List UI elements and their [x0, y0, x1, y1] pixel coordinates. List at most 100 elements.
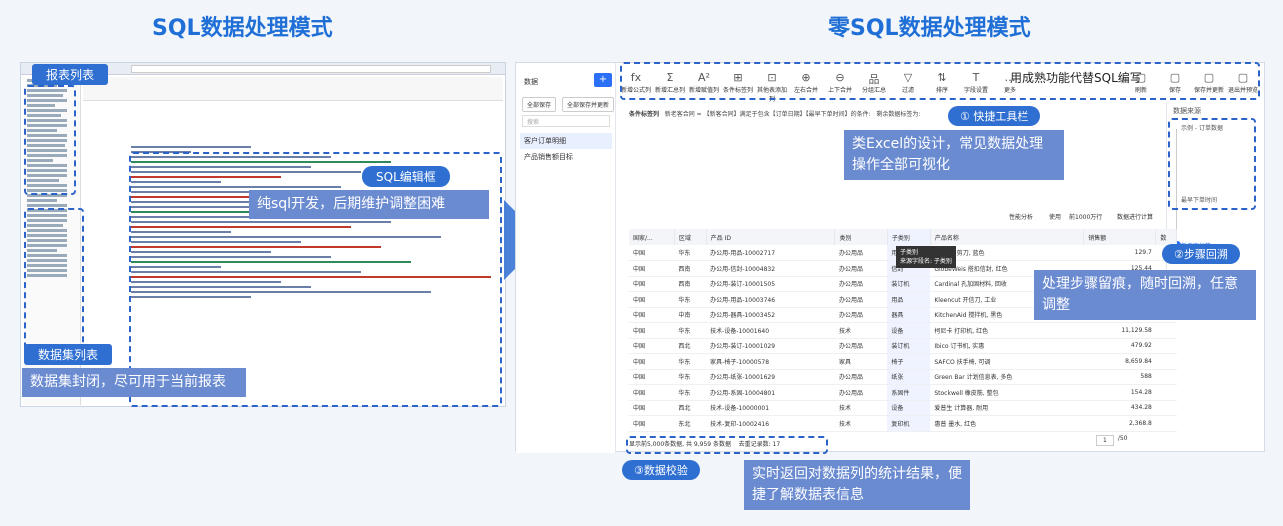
table-cell: 东北 [674, 415, 707, 432]
table-row[interactable]: 中国 华东 家具-椅子-10000578 家具 椅子 SAFCO 扶手椅, 可调 8,659… [629, 353, 1177, 370]
table-cell [1155, 415, 1177, 432]
table-cell: 中国 [629, 353, 675, 370]
column-header[interactable]: 销售额 [1083, 229, 1157, 245]
column-header[interactable]: 区域 [674, 229, 707, 245]
column-tooltip: 子类别 来源字段名: 子类别 [896, 246, 956, 268]
save-all-update-button[interactable]: 全部保存并更新 [562, 97, 615, 112]
table-cell: 西南 [674, 276, 707, 292]
add-button[interactable]: + [594, 73, 612, 87]
status-highlight [626, 436, 828, 454]
table-cell: 154.28 [1083, 384, 1156, 401]
table-cell: Green Bar 计划信息表, 多色 [930, 369, 1084, 385]
table-cell: 中国 [629, 322, 675, 339]
table-cell: 中国 [629, 245, 675, 261]
table-cell: 办公用-装订-10001029 [706, 338, 835, 354]
table-cell: 西北 [674, 338, 707, 354]
table-cell: 装订机 [887, 276, 931, 292]
table-cell: 复印机 [887, 415, 931, 432]
table-cell [1155, 353, 1177, 370]
table-cell: 2,368.8 [1083, 415, 1156, 432]
table-cell: 柯尼卡 打印机, 红色 [930, 322, 1084, 339]
page-input[interactable]: 1 [1096, 435, 1114, 446]
table-cell: 办公用-用品-10002717 [706, 245, 835, 261]
rows-select[interactable]: 前1000万行 [1069, 212, 1102, 221]
step-trace-tag: ②步骤回溯 [1162, 244, 1240, 264]
table-cell: 家具-椅子-10000578 [706, 353, 835, 370]
compute-label: 数据进行计算 [1117, 214, 1154, 221]
table-cell: 办公用-系固-10004801 [706, 384, 835, 401]
check-note: 实时返回对数据列的统计结果，便捷了解数据表信息 [744, 460, 970, 510]
perf-button[interactable]: 性能分析 [1009, 212, 1033, 221]
quick-toolbar-tag: ① 快捷工具栏 [948, 106, 1041, 126]
data-check-tag: ③数据校验 [622, 460, 700, 480]
table-cell: 设备 [887, 400, 931, 416]
sidebar-item-targets[interactable]: 产品销售额目标 [520, 149, 612, 165]
sidebar-item-orders[interactable]: 客户订单明细 [520, 133, 612, 149]
table-row[interactable]: 中国 华东 办公用-系固-10004801 办公用品 系固件 Stockwell 橡皮筋,… [629, 384, 1177, 401]
tooltip-line: 子类别 [900, 249, 919, 256]
table-row[interactable]: 中国 华东 技术-设备-10001640 技术 设备 柯尼卡 打印机, 红色 11,129.… [629, 322, 1177, 339]
table-cell: 办公用品 [834, 276, 888, 292]
pager: 1 /50 [1096, 435, 1127, 446]
table-cell: 11,129.58 [1083, 322, 1156, 339]
table-cell: 中国 [629, 260, 675, 277]
address-bar[interactable] [131, 65, 491, 73]
excel-note: 类Excel的设计，常见数据处理操作全部可视化 [844, 130, 1064, 180]
sql-editor-tag: SQL编辑框 [362, 166, 450, 187]
table-row[interactable]: 中国 华东 办公用-纸张-10001629 办公用品 纸张 Green Bar 计划信息表… [629, 369, 1177, 385]
table-cell: 爱普生 计算器, 耐用 [930, 400, 1084, 416]
table-cell: 器具 [887, 307, 931, 323]
table-cell: 装订机 [887, 338, 931, 354]
table-cell: 西北 [674, 400, 707, 416]
table-cell: 中国 [629, 291, 675, 308]
table-cell: 办公用品 [834, 369, 888, 385]
table-cell: 中南 [674, 307, 707, 323]
grid-bar: 性能分析 使用 前1000万行 数据进行计算 [629, 209, 1169, 223]
column-header[interactable]: 产品名称 [930, 229, 1085, 245]
table-cell: 中国 [629, 369, 675, 385]
column-header[interactable]: 国家/... [629, 229, 675, 245]
table-cell: 华东 [674, 369, 707, 385]
column-header[interactable]: 类别 [834, 229, 888, 245]
table-cell: 中国 [629, 276, 675, 292]
table-cell: 西南 [674, 260, 707, 277]
sidebar-search-input[interactable]: 搜索 [522, 115, 610, 127]
table-cell: 惠普 墨水, 红色 [930, 415, 1084, 432]
column-header[interactable]: 数 [1155, 229, 1177, 245]
table-cell [1155, 384, 1177, 401]
table-cell: 129.7 [1083, 245, 1156, 261]
table-cell: 办公用-纸张-10001629 [706, 369, 835, 385]
table-cell: 434.28 [1083, 400, 1156, 416]
table-cell [1155, 322, 1177, 339]
zero-sql-screenshot: 数据 + 全部保存 全部保存并更新 搜索 客户订单明细 产品销售额目标 fx 新增… [515, 62, 1265, 453]
table-row[interactable]: 中国 东北 技术-复印-10002416 技术 复印机 惠普 墨水, 红色 2,368.8 [629, 415, 1177, 432]
table-cell: 纸张 [887, 369, 931, 385]
steps-highlight [1168, 118, 1256, 210]
save-all-button[interactable]: 全部保存 [522, 97, 557, 112]
page-total: /50 [1117, 435, 1128, 442]
column-header[interactable]: 产品 ID [706, 229, 836, 245]
use-label: 使用 [1049, 214, 1062, 221]
table-cell: 设备 [887, 322, 931, 339]
table-cell: 中国 [629, 400, 675, 416]
table-cell: 技术 [834, 400, 888, 416]
column-header[interactable]: 子类别 [887, 229, 931, 245]
table-cell: 479.92 [1083, 338, 1156, 354]
right-title: 零SQL数据处理模式 [828, 16, 1031, 41]
report-list-highlight [24, 85, 76, 195]
table-cell: 办公用品 [834, 260, 888, 277]
dataset-list-tag: 数据集列表 [24, 344, 113, 365]
table-cell [1155, 338, 1177, 354]
table-cell: 技术-设备-10001640 [706, 322, 835, 339]
table-cell: 华东 [674, 245, 707, 261]
table-cell: 办公用品 [834, 338, 888, 354]
designer-toolbar [83, 77, 503, 101]
table-row[interactable]: 中国 西北 办公用-装订-10001029 办公用品 装订机 Ibico 订书机, 实惠 4… [629, 338, 1177, 354]
table-cell: 技术 [834, 322, 888, 339]
table-cell: 华东 [674, 353, 707, 370]
table-row[interactable]: 中国 西北 技术-设备-10000001 技术 设备 爱普生 计算器, 耐用 434.28 [629, 400, 1177, 416]
table-cell: 系固件 [887, 384, 931, 401]
table-cell: 办公用-信封-10004832 [706, 260, 835, 277]
table-cell: 用品 [887, 291, 931, 308]
filter-bar: 条件标签列 新老客合同 = 【新客合同】满足于包含【订单日期】【最早下单时间】的… [629, 109, 920, 118]
